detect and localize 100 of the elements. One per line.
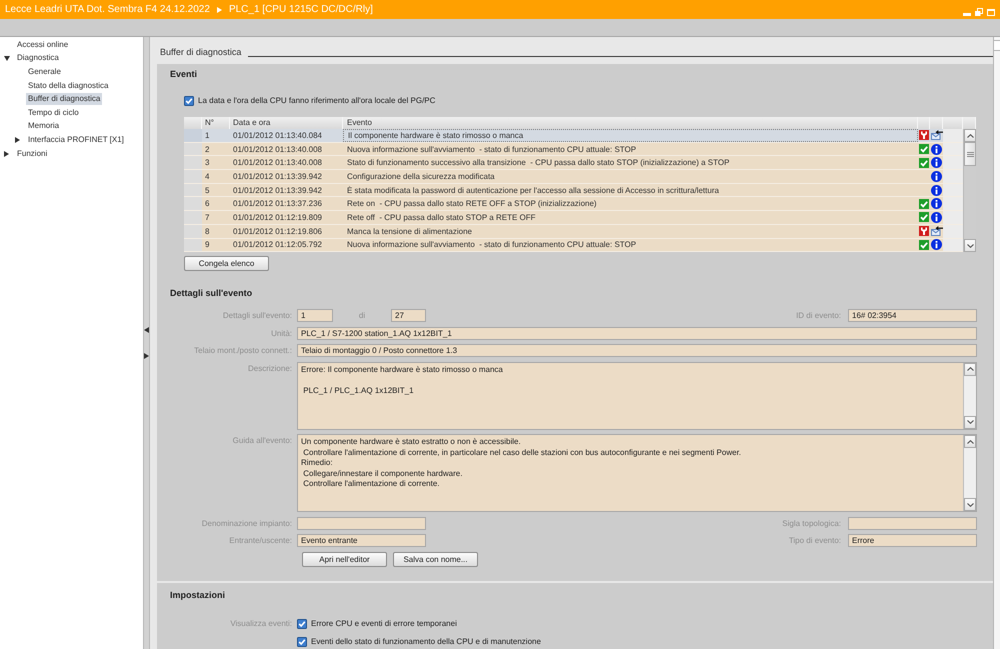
scroll-down-button[interactable] — [964, 416, 976, 428]
table-row[interactable]: 6 01/01/2012 01:13:37.236 Rete on - CPU passa dallo stato RETE OFF a STOP (inizializzazione) — [184, 197, 963, 212]
restore-icon — [975, 8, 983, 16]
table-row[interactable]: 3 01/01/2012 01:13:40.008 Stato di funzionamento successivo alla transizione - CPU passa dallo stato STOP (inizializzazione) a STOP — [184, 156, 963, 170]
chevron-down-icon — [966, 502, 974, 506]
event-id-field[interactable]: 16# 02:3954 — [848, 309, 977, 322]
scrollbar[interactable] — [963, 129, 976, 252]
table-cell-text: È stata modificata la password di autenticazione per l'accesso alla sessione di Accesso in scrittura/lettura — [346, 184, 720, 196]
location-id-field[interactable] — [848, 516, 977, 530]
table-row[interactable]: 1 01/01/2012 01:13:40.084 Il componente hardware è stato rimosso o manca — [184, 129, 963, 143]
table-cell-text: 5 — [204, 184, 210, 196]
envelope-arrow-icon — [930, 226, 942, 236]
table-cell-text: 01/01/2012 01:12:19.806 — [232, 226, 323, 238]
table-cell-text: 01/01/2012 01:13:37.236 — [232, 198, 323, 210]
table-row[interactable]: 2 01/01/2012 01:13:40.008 Nuova informazione sull'avviamento - stato di funzionamento CPU attuale: STOP — [184, 142, 963, 156]
scroll-up-button[interactable] — [964, 129, 976, 142]
chevron-up-icon — [966, 134, 974, 138]
chevron-up-icon — [966, 367, 974, 371]
scrollbar[interactable] — [993, 37, 1000, 649]
info-icon — [931, 198, 942, 210]
row-selector[interactable] — [184, 197, 202, 210]
tree-item[interactable]: Stato della diagnostica — [26, 80, 110, 92]
scroll-down-button[interactable] — [964, 498, 976, 511]
module-field[interactable]: PLC_1 / S7-1200 station_1.AQ 1x12BIT_1 — [297, 326, 977, 340]
field-label: Sigla topologica: — [782, 518, 842, 528]
help-field[interactable] — [297, 434, 977, 512]
direction-field[interactable]: Evento entrante — [297, 534, 426, 547]
table-row[interactable]: 4 01/01/2012 01:13:39.942 Configurazione della sicurezza modificata — [184, 170, 963, 184]
table-cell-text: 7 — [204, 212, 210, 224]
scroll-down-button[interactable] — [964, 239, 976, 252]
table-cell: Il componente hardware è stato rimosso o manca — [343, 129, 918, 142]
table-row[interactable]: 7 01/01/2012 01:12:19.809 Rete off - CPU passa dallo stato STOP a RETE OFF — [184, 211, 963, 225]
checkbox[interactable] — [297, 619, 307, 629]
tree-item[interactable]: Generale — [26, 66, 63, 78]
open-editor-button[interactable]: Apri nell'editor — [302, 552, 387, 566]
plant-designation-field[interactable] — [297, 516, 426, 530]
caret-right-icon[interactable] — [15, 136, 20, 143]
maximize-icon — [987, 8, 995, 16]
table-cell-text: 9 — [204, 239, 210, 252]
help-text: Un componente hardware è stato estratto o non è accessibile. Controllare l'alimentazione di corrente, in particolare nel caso delle stazioni con bus autoconfigurante e nei segmenti Power. Rimedio: Collegare/innestare il componente hardware. Controllare l'alimentazione di corrente. — [300, 436, 742, 490]
field-label: Entrante/uscente: — [228, 535, 293, 547]
scrollbar[interactable] — [963, 435, 976, 511]
field-label: Telaio mont./posto connett.: — [193, 345, 293, 357]
tree-item[interactable]: Funzioni — [15, 148, 50, 160]
table-cell-text: 8 — [204, 226, 210, 238]
caret-down-icon[interactable] — [4, 56, 10, 61]
checkbox[interactable] — [297, 637, 307, 647]
scrollbar[interactable] — [963, 362, 976, 428]
save-as-button[interactable]: Salva con nome... — [393, 552, 478, 566]
field-label: Descrizione: — [246, 362, 293, 374]
tree-item[interactable]: Memoria — [26, 120, 62, 132]
tree-item[interactable]: Tempo di ciclo — [26, 106, 81, 119]
field-label: Denominazione impianto: — [200, 518, 293, 530]
info-icon — [931, 239, 942, 250]
row-selector[interactable] — [184, 142, 202, 156]
row-selector[interactable] — [184, 156, 202, 170]
event-type-field[interactable]: Errore — [848, 534, 977, 547]
field-label: Visualizza eventi: — [229, 618, 293, 630]
field-label: ID di evento: — [796, 311, 842, 320]
caret-right-icon[interactable] — [4, 150, 9, 157]
row-selector[interactable] — [184, 238, 202, 252]
scrollbar-thumb[interactable] — [964, 142, 976, 166]
envelope-arrow-icon — [930, 130, 942, 140]
field-label: di — [358, 311, 366, 320]
table-row[interactable]: 9 01/01/2012 01:12:05.792 Nuova informazione sull'avviamento - stato di funzionamento CPU attuale: STOP — [184, 238, 963, 252]
scroll-up-button[interactable] — [964, 362, 976, 376]
tree-item[interactable]: Accessi online — [15, 38, 70, 51]
table-cell-text: 01/01/2012 01:12:19.809 — [232, 212, 323, 224]
row-selector[interactable] — [184, 184, 202, 196]
table-row[interactable]: 8 01/01/2012 01:12:19.806 Manca la tensione di alimentazione — [184, 224, 963, 238]
window-title: Lecce Leadri UTA Dot. Sembra F4 24.12.2022 — [5, 3, 210, 16]
tree-item[interactable]: Diagnostica — [15, 52, 61, 64]
table-cell-text: 3 — [204, 157, 210, 170]
tree-item[interactable]: Interfaccia PROFINET [X1] — [26, 134, 126, 146]
freeze-button[interactable]: Congela elenco — [184, 256, 269, 271]
event-number-field[interactable]: 1 — [297, 309, 333, 322]
row-selector[interactable] — [184, 224, 202, 238]
section-title: Eventi — [169, 68, 198, 80]
rack-slot-field[interactable]: Telaio di montaggio 0 / Posto connettore 1.3 — [297, 344, 977, 357]
splitter-bar[interactable] — [143, 37, 150, 649]
checkbox[interactable] — [184, 96, 194, 106]
checkbox-label: La data e l'ora della CPU fanno riferimento all'ora locale del PG/PC — [198, 96, 436, 106]
tree-item[interactable]: Buffer di diagnostica — [26, 93, 102, 106]
info-icon — [931, 144, 942, 155]
table-cell-text: Rete on - CPU passa dallo stato RETE OFF a STOP (inizializzazione) — [346, 198, 598, 210]
page-title: Buffer di diagnostica — [160, 46, 242, 58]
table-cell-text: 01/01/2012 01:13:40.008 — [232, 157, 323, 170]
section-title: Dettagli sull'evento — [169, 287, 254, 299]
table-row[interactable]: 5 01/01/2012 01:13:39.942 È stata modificata la password di autenticazione per l'accesso alla sessione di Accesso in scrittura/lettura — [184, 184, 963, 198]
wrench-icon — [919, 130, 929, 140]
table-cell-text: Nuova informazione sull'avviamento - stato di funzionamento CPU attuale: STOP — [346, 239, 638, 252]
window-title: PLC_1 [CPU 1215C DC/DC/Rly] — [228, 3, 373, 16]
description-field[interactable]: Errore: Il componente hardware è stato rimosso o manca PLC_1 / PLC_1.AQ 1x12BIT_1 — [297, 362, 977, 430]
check-icon — [919, 144, 929, 154]
table-cell-text: 2 — [204, 144, 210, 156]
field-label: Guida all'evento: — [232, 435, 293, 447]
scroll-up-button[interactable] — [964, 435, 976, 448]
table-cell-text: Rete off - CPU passa dallo stato STOP a RETE OFF — [346, 212, 537, 224]
checkbox-label: Errore CPU e eventi di errore temporanei — [311, 619, 457, 629]
event-total-field[interactable]: 27 — [391, 309, 426, 322]
